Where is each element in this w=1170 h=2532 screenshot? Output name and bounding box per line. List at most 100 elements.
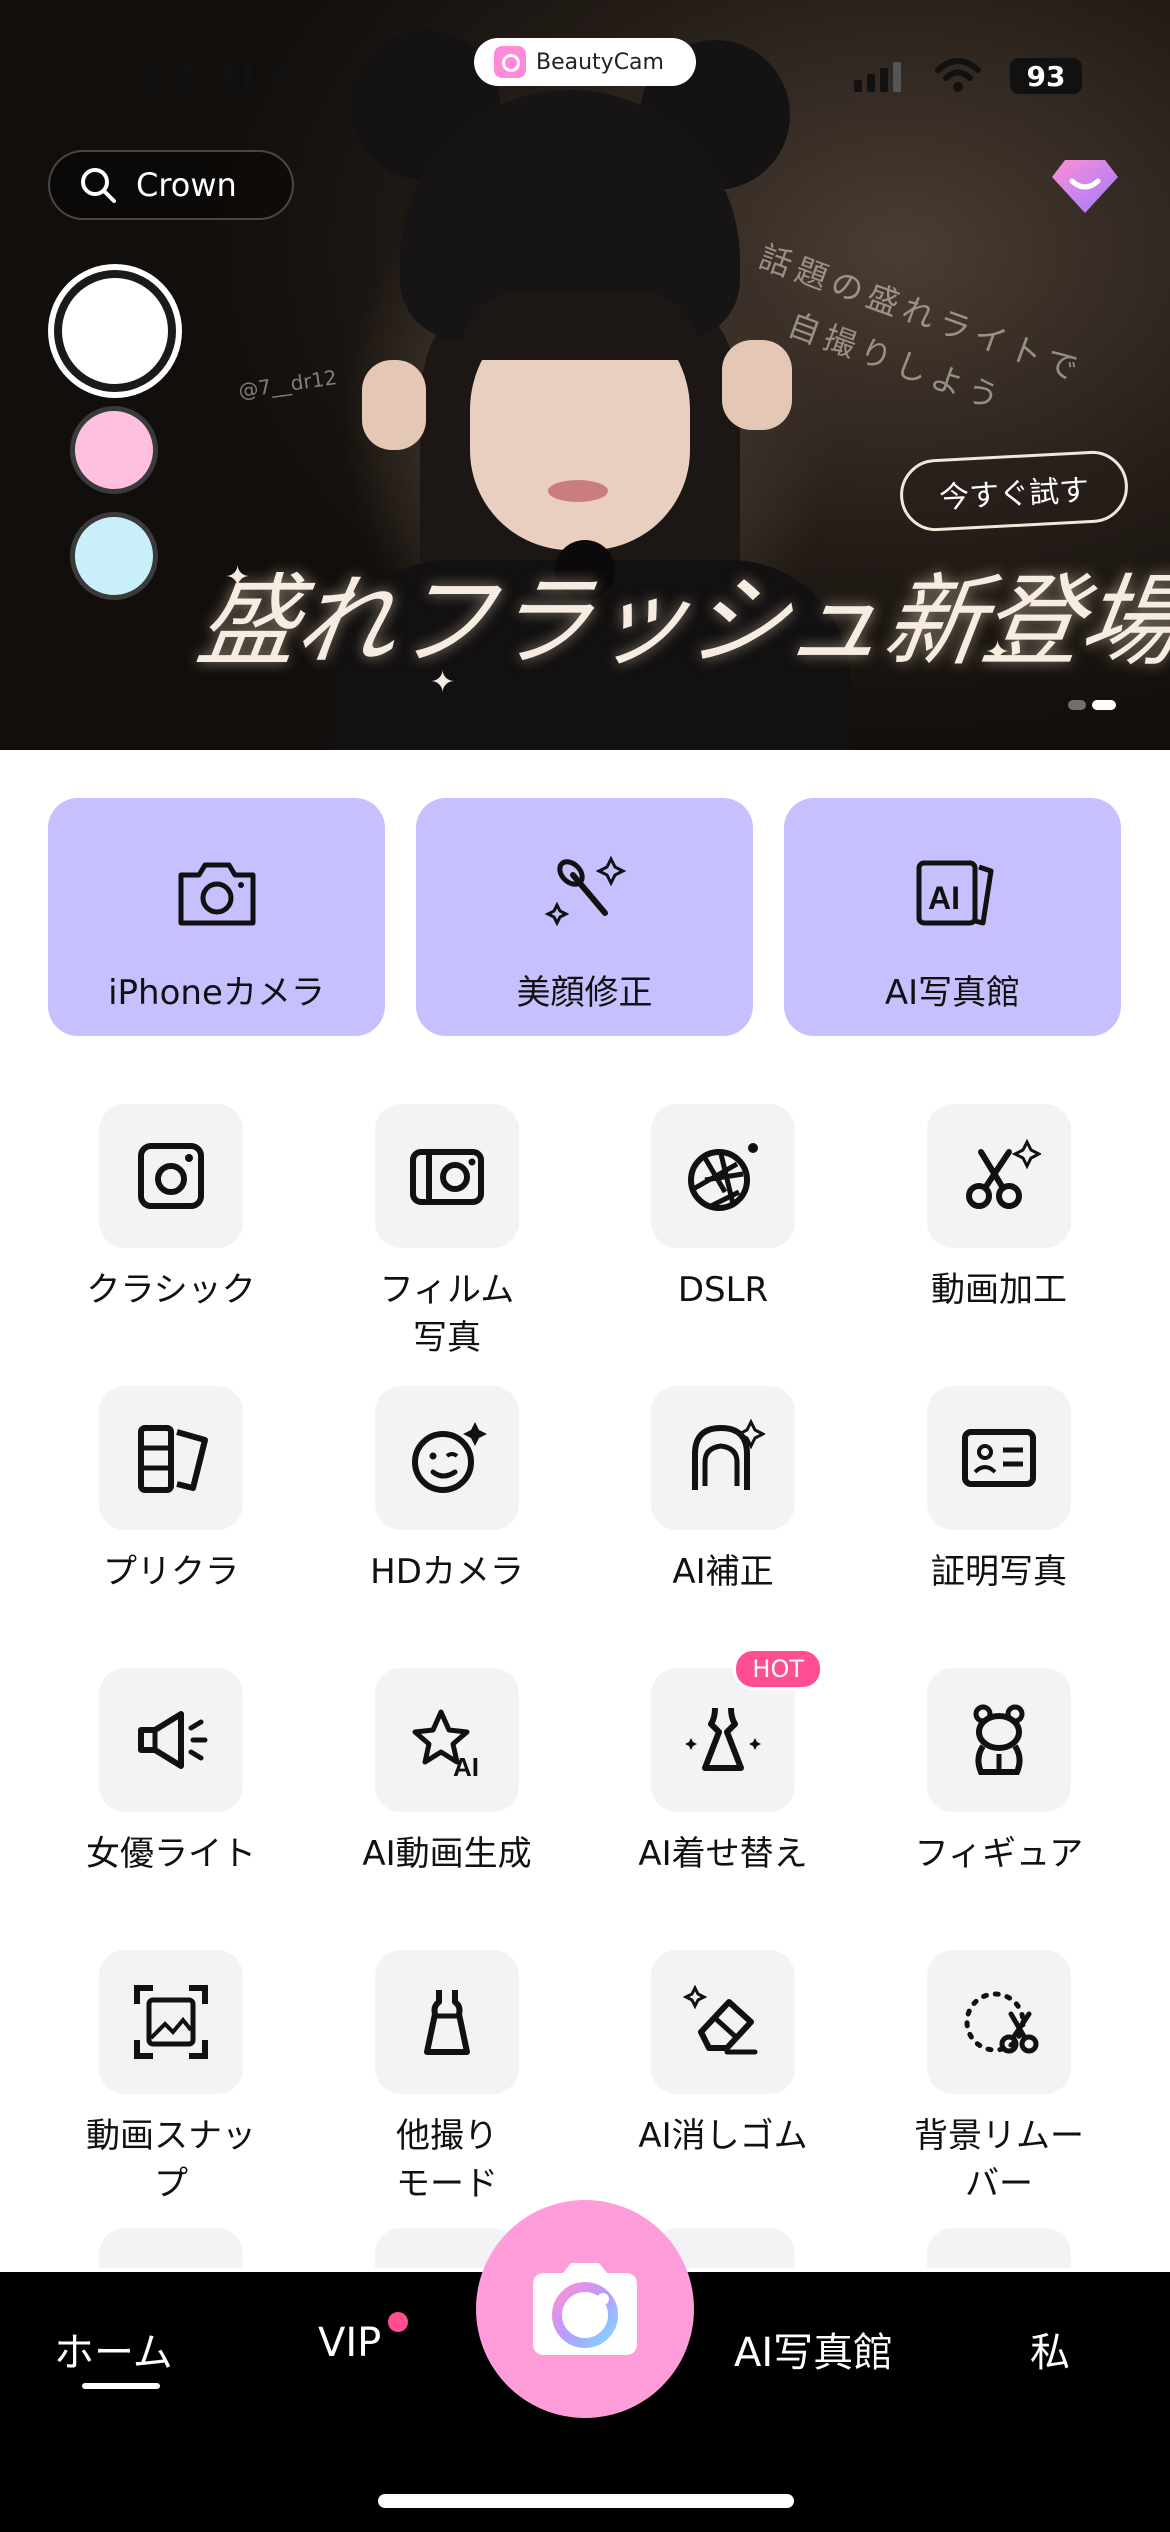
hand-left	[362, 360, 426, 450]
tool-ai-dress-up[interactable]: HOT AI着せ替え	[608, 1648, 838, 1878]
tool-video-edit[interactable]: 動画加工	[884, 1104, 1114, 1314]
hair-portrait-icon	[692, 1418, 765, 1490]
beauty-retouch-card[interactable]: 美顔修正	[416, 798, 753, 1036]
tool-label: フィルム 写真	[379, 1270, 515, 1358]
nav-home[interactable]: ホーム	[54, 2320, 173, 2378]
cellular-signal-icon	[854, 62, 901, 92]
tool-label: 証明写真	[931, 1552, 1067, 1592]
dress-outline-icon	[424, 1990, 470, 2055]
figure-bear-icon	[973, 1704, 1025, 1775]
tool-label: HDカメラ	[370, 1552, 524, 1592]
nav-vip[interactable]: VIP	[318, 2320, 381, 2366]
tool-tile-peek	[99, 2228, 243, 2268]
card-label: 美顔修正	[516, 973, 653, 1013]
photo-watermark: @7__dr12	[236, 365, 339, 403]
flash-color-pink[interactable]	[70, 406, 158, 494]
tool-label: AI動画生成	[362, 1834, 532, 1874]
search-icon	[81, 168, 116, 203]
brand-name: BeautyCam	[536, 49, 664, 75]
tool-classic[interactable]: クラシック	[56, 1104, 286, 1314]
face-sparkle-icon	[412, 1422, 487, 1493]
try-now-button[interactable]: 今すぐ試す	[898, 449, 1130, 533]
hero-headline: 盛れフラッシュ新登場	[190, 563, 1170, 680]
tool-purikura[interactable]: プリクラ	[56, 1386, 286, 1596]
tool-tile	[99, 1386, 243, 1530]
tool-tile	[927, 1386, 1071, 1530]
dress-icon	[685, 1707, 761, 1771]
svg-text:AI: AI	[453, 1752, 479, 1782]
tool-tile	[651, 1386, 795, 1530]
scissors-icon	[966, 1138, 1041, 1209]
tool-tile	[927, 1950, 1071, 2094]
tool-label: プリクラ	[103, 1552, 239, 1592]
ai-star-icon: AI	[412, 1709, 479, 1782]
film-camera-icon	[410, 1149, 484, 1205]
tool-hd-camera[interactable]: HDカメラ	[332, 1386, 562, 1596]
tool-other-shot-mode[interactable]: 他撮り モード	[332, 1950, 562, 2208]
tool-label: 他撮り モード	[396, 2116, 498, 2204]
flash-color-white[interactable]	[54, 270, 176, 392]
lips-shape	[548, 480, 608, 502]
tool-label: AI補正	[672, 1552, 774, 1592]
tool-label: クラシック	[86, 1270, 256, 1310]
nav-me[interactable]: 私	[1030, 2320, 1070, 2378]
aperture-icon	[688, 1143, 758, 1211]
tool-tile	[99, 1950, 243, 2094]
tool-tile	[927, 1668, 1071, 1812]
tool-tile	[651, 1950, 795, 2094]
makeup-brush-icon	[544, 855, 626, 927]
tool-id-photo[interactable]: 証明写真	[884, 1386, 1114, 1596]
camera-lens-icon	[533, 2263, 637, 2355]
status-time: 12:07	[128, 48, 293, 106]
tool-film-photo[interactable]: フィルム 写真	[332, 1104, 562, 1362]
tool-tile	[927, 1104, 1071, 1248]
card-label: AI写真館	[884, 973, 1021, 1013]
tool-video-snap[interactable]: 動画スナッ プ	[56, 1950, 286, 2208]
tool-label: 動画スナッ プ	[86, 2116, 256, 2204]
image-frame-icon	[134, 1985, 208, 2059]
bangs-shape	[462, 290, 698, 360]
tool-background-remover[interactable]: 背景リムー バー	[884, 1950, 1114, 2208]
carousel-pagination	[1068, 700, 1116, 710]
tool-tile	[99, 1668, 243, 1812]
home-indicator	[378, 2494, 794, 2508]
tool-tile	[99, 1104, 243, 1248]
tool-figure[interactable]: フィギュア	[884, 1668, 1114, 1878]
photo-strip-icon	[138, 1425, 208, 1493]
brand-pill: BeautyCam	[474, 38, 696, 86]
nav-home-indicator	[82, 2383, 160, 2389]
tool-tile	[375, 1104, 519, 1248]
tool-tile	[375, 1950, 519, 2094]
eraser-icon	[682, 1984, 758, 2055]
hero-banner[interactable]: @7__dr12 話題の盛れライトで 自撮りしよう 今すぐ試す ✦ ✦ ✦ 盛れ…	[0, 0, 1170, 750]
flash-color-blue[interactable]	[70, 512, 158, 600]
tool-tile-peek	[927, 2228, 1071, 2268]
tool-label: 女優ライト	[86, 1834, 256, 1874]
vip-gem-icon[interactable]	[1050, 155, 1120, 215]
tool-tile: HOT	[651, 1648, 823, 1812]
wifi-icon	[935, 58, 981, 92]
ai-photo-studio-card[interactable]: AI AI写真館	[784, 798, 1121, 1036]
search-query: Crown	[136, 166, 237, 204]
tool-tile: AI	[375, 1668, 519, 1812]
tool-ai-video[interactable]: AI AI動画生成	[332, 1668, 562, 1878]
camera-icon	[178, 862, 255, 926]
iphone-camera-card[interactable]: iPhoneカメラ	[48, 798, 385, 1036]
tool-ai-retouch[interactable]: AI補正	[608, 1386, 838, 1596]
id-card-icon	[962, 1429, 1036, 1487]
nav-ai-studio[interactable]: AI写真館	[734, 2320, 893, 2378]
camera-shutter-button[interactable]	[476, 2200, 694, 2418]
tool-ai-eraser[interactable]: AI消しゴム	[608, 1950, 838, 2160]
battery-indicator: 93	[1010, 58, 1082, 94]
instagram-camera-icon	[138, 1143, 204, 1209]
tool-label: DSLR	[677, 1270, 769, 1310]
hand-right	[722, 340, 792, 430]
card-label: iPhoneカメラ	[108, 973, 325, 1013]
tool-label: AI着せ替え	[638, 1834, 808, 1874]
tool-label: 動画加工	[931, 1270, 1067, 1310]
tool-actress-light[interactable]: 女優ライト	[56, 1668, 286, 1878]
megaphone-light-icon	[138, 1711, 208, 1769]
search-bar[interactable]: Crown	[48, 150, 294, 220]
tool-label: フィギュア	[914, 1834, 1084, 1874]
tool-dslr[interactable]: DSLR	[608, 1104, 838, 1314]
